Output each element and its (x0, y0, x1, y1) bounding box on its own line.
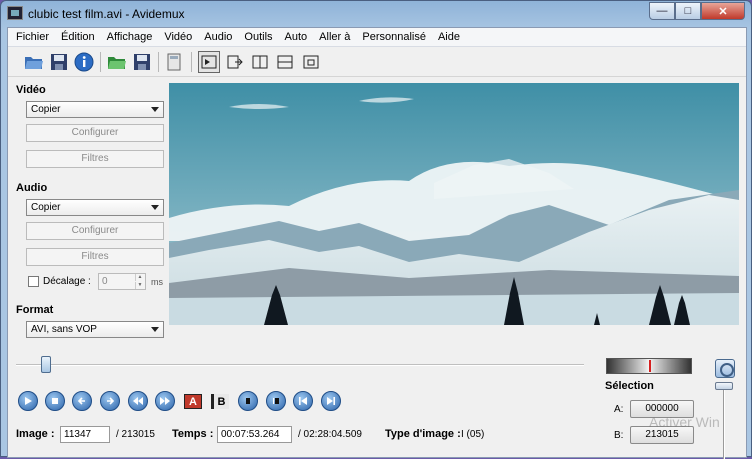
toolbar-separator (158, 52, 159, 72)
menu-aide[interactable]: Aide (432, 31, 466, 43)
volume-thumb[interactable] (715, 382, 733, 390)
volume-icon[interactable] (715, 359, 735, 378)
window-title: clubic test film.avi - Avidemux (28, 7, 185, 21)
set-marker-a-button[interactable]: A (184, 394, 202, 409)
input-view-icon[interactable] (198, 51, 220, 73)
menu-audio[interactable]: Audio (198, 31, 238, 43)
save-as-disk-icon[interactable] (131, 51, 153, 73)
activation-watermark: Activer Win (649, 414, 720, 430)
chevron-down-icon (151, 107, 159, 112)
top-bottom-icon[interactable] (274, 51, 296, 73)
time-total: / 02:28:04.509 (298, 429, 362, 440)
audio-filters-button[interactable]: Filtres (26, 248, 164, 266)
image-total: / 213015 (116, 429, 155, 440)
info-icon[interactable] (73, 51, 95, 73)
chevron-down-icon (151, 205, 159, 210)
mountain-landscape-image (169, 83, 739, 325)
codec-panel: Vidéo Copier Configurer Filtres Audio Co… (8, 78, 168, 348)
selection-a-label: A: (614, 404, 624, 415)
menu-video[interactable]: Vidéo (158, 31, 198, 43)
preview-window-icon[interactable] (300, 51, 322, 73)
timeline-thumb[interactable] (41, 356, 51, 373)
selection-title: Sélection (605, 380, 654, 392)
side-by-side-icon[interactable] (249, 51, 271, 73)
chevron-down-icon (151, 327, 159, 332)
shift-label: Décalage : (43, 276, 91, 287)
window-controls: — □ ✕ (649, 2, 745, 20)
menu-aller-a[interactable]: Aller à (313, 31, 356, 43)
toolbar-separator (191, 52, 192, 72)
menu-fichier[interactable]: Fichier (10, 31, 55, 43)
video-configure-button[interactable]: Configurer (26, 124, 164, 142)
video-filters-button[interactable]: Filtres (26, 150, 164, 168)
shift-value: 0 (102, 276, 108, 287)
minimize-button[interactable]: — (649, 2, 675, 20)
volume-track[interactable] (723, 383, 725, 459)
frame-type-label: Type d'image : (385, 428, 461, 440)
previous-keyframe-button[interactable] (128, 391, 148, 411)
close-button[interactable]: ✕ (701, 2, 745, 20)
menu-edition[interactable]: Édition (55, 31, 101, 43)
menu-personnalise[interactable]: Personnalisé (356, 31, 432, 43)
shift-checkbox[interactable] (28, 276, 39, 287)
spin-down-icon[interactable]: ▼ (135, 282, 144, 289)
spin-up-icon[interactable]: ▲ (135, 274, 144, 281)
audio-codec-value: Copier (31, 202, 61, 213)
video-codec-value: Copier (31, 104, 61, 115)
image-number-input[interactable]: 11347 (60, 426, 110, 443)
selection-b-label: B: (614, 430, 624, 441)
play-button[interactable] (18, 391, 38, 411)
title-bar[interactable]: clubic test film.avi - Avidemux — □ ✕ (1, 1, 751, 27)
image-label: Image : (16, 428, 55, 440)
menu-auto[interactable]: Auto (279, 31, 314, 43)
format-select[interactable]: AVI, sans VOP (26, 321, 164, 338)
go-to-marker-b-button[interactable] (266, 391, 286, 411)
open-green-folder-icon[interactable] (106, 51, 128, 73)
timeline-track[interactable] (16, 364, 584, 366)
frame-type-value: I (05) (461, 429, 485, 440)
toolbar-separator (100, 52, 101, 72)
previous-frame-button[interactable] (72, 391, 92, 411)
calculator-icon[interactable] (163, 51, 185, 73)
stop-button[interactable] (45, 391, 65, 411)
video-preview (169, 83, 739, 325)
toolbar (8, 47, 746, 77)
shift-unit: ms (151, 277, 163, 287)
menu-bar: Fichier Édition Affichage Vidéo Audio Ou… (8, 28, 746, 47)
go-to-marker-a-button[interactable] (238, 391, 258, 411)
audio-configure-button[interactable]: Configurer (26, 222, 164, 240)
time-input[interactable]: 00:07:53.264 (217, 426, 292, 443)
maximize-button[interactable]: □ (675, 2, 701, 20)
next-frame-button[interactable] (100, 391, 120, 411)
client-area: Fichier Édition Affichage Vidéo Audio Ou… (7, 27, 747, 459)
audio-section-label: Audio (16, 182, 48, 194)
go-to-end-button[interactable] (321, 391, 341, 411)
video-section-label: Vidéo (16, 84, 46, 96)
open-folder-icon[interactable] (23, 51, 45, 73)
time-label: Temps : (172, 428, 214, 440)
video-codec-select[interactable]: Copier (26, 101, 164, 118)
format-value: AVI, sans VOP (31, 324, 97, 335)
shift-spinbox[interactable]: 0 ▲ ▼ (98, 273, 146, 290)
film-app-icon (7, 6, 23, 20)
format-section-label: Format (16, 304, 54, 316)
audio-codec-select[interactable]: Copier (26, 199, 164, 216)
menu-outils[interactable]: Outils (238, 31, 278, 43)
app-window: clubic test film.avi - Avidemux — □ ✕ Fi… (0, 0, 752, 459)
go-to-start-button[interactable] (293, 391, 313, 411)
menu-affichage[interactable]: Affichage (101, 31, 159, 43)
jog-shuttle[interactable] (606, 358, 692, 374)
next-keyframe-button[interactable] (155, 391, 175, 411)
set-marker-b-button[interactable]: B (211, 394, 229, 409)
save-disk-icon[interactable] (48, 51, 70, 73)
output-view-icon[interactable] (224, 51, 246, 73)
jog-needle (649, 360, 651, 372)
